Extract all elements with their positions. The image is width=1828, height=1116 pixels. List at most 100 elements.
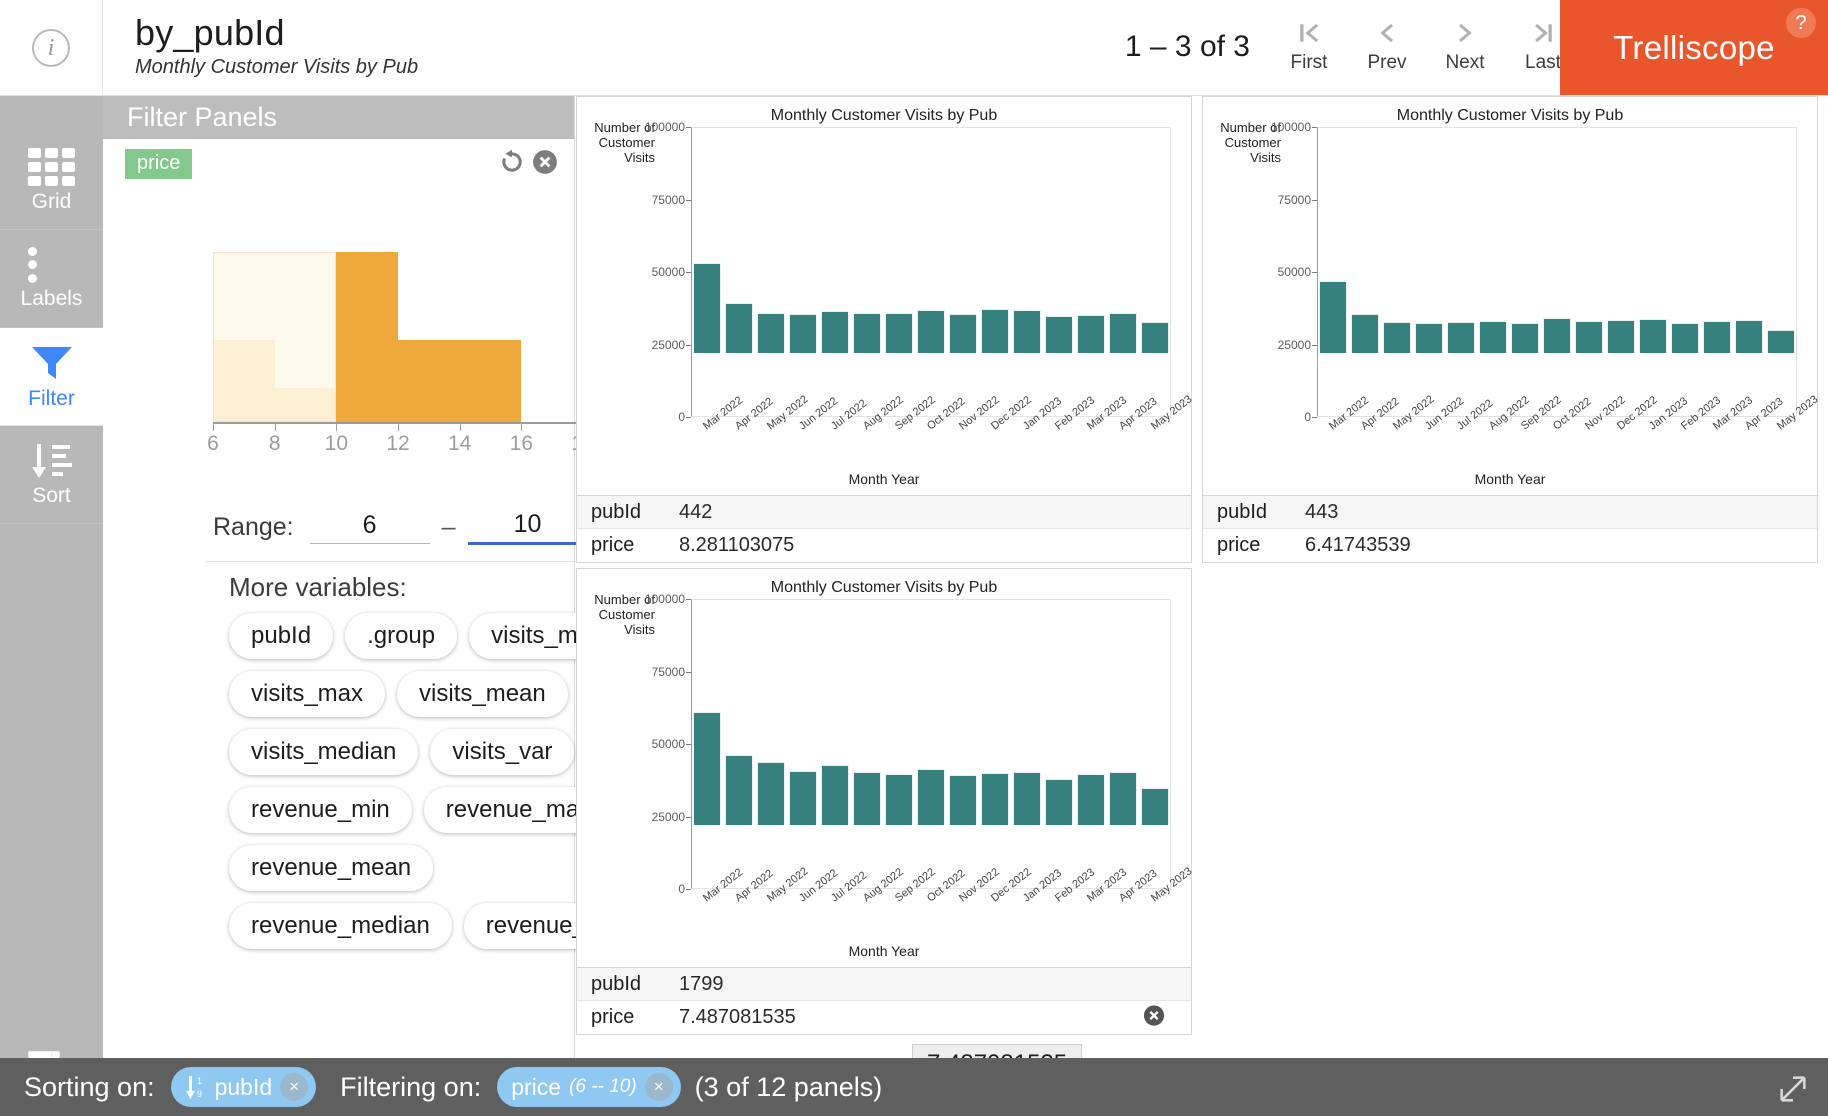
bar[interactable] [1702, 320, 1732, 353]
resize-handle-icon[interactable] [1776, 1072, 1810, 1106]
histogram-bar[interactable] [398, 340, 460, 422]
sidebar-item-sort[interactable]: Sort [0, 426, 103, 524]
bar[interactable] [724, 754, 754, 825]
bar[interactable] [1574, 321, 1604, 353]
bar[interactable] [1318, 281, 1348, 353]
bar[interactable] [788, 313, 818, 353]
histogram-bar[interactable] [336, 252, 398, 422]
labels-icon [27, 246, 76, 1058]
brand-banner[interactable]: Trelliscope ? [1560, 0, 1828, 95]
sort-pill[interactable]: 1 9 pubId × [170, 1067, 317, 1107]
y-axis-tick-mark [1312, 127, 1317, 128]
help-icon[interactable]: ? [1786, 8, 1816, 38]
bar[interactable] [1350, 313, 1380, 353]
bar[interactable] [692, 263, 722, 353]
bar[interactable] [756, 312, 786, 353]
panel[interactable]: Monthly Customer Visits by Pub Number of … [576, 96, 1194, 563]
bar[interactable] [980, 772, 1010, 825]
filter-funnel-icon [29, 343, 75, 383]
y-axis-tick-label: 25000 [651, 337, 685, 352]
bar[interactable] [1108, 771, 1138, 825]
variable-chip[interactable]: visits_mean [397, 671, 568, 717]
sort-pill-remove-icon[interactable]: × [280, 1073, 309, 1101]
reset-icon[interactable] [498, 148, 526, 181]
y-axis-tick-label: 50000 [651, 737, 685, 751]
bar[interactable] [1638, 319, 1668, 353]
bar[interactable] [788, 770, 818, 825]
bar[interactable] [820, 310, 850, 353]
y-axis-tick-mark [686, 199, 691, 201]
variable-chip[interactable]: .group [345, 613, 458, 659]
bar[interactable] [820, 764, 850, 825]
bar[interactable] [692, 711, 722, 825]
filter-variable-chip[interactable]: price [125, 149, 193, 179]
filter-pill[interactable]: price (6 -- 10) × [497, 1067, 681, 1107]
variable-chip[interactable]: visits_max [229, 671, 386, 717]
bar[interactable] [884, 774, 914, 825]
bar[interactable] [1510, 322, 1540, 353]
bar[interactable] [1076, 315, 1106, 353]
histogram-bar[interactable] [274, 388, 337, 422]
variable-chip[interactable]: revenue_median [229, 903, 452, 949]
panel[interactable]: Monthly Customer Visits by Pub Number of … [1202, 96, 1820, 563]
y-axis-tick-label: 50000 [651, 265, 685, 279]
histogram-bar[interactable] [459, 340, 522, 422]
next-page-button[interactable]: Next [1426, 12, 1504, 74]
prev-page-button[interactable]: Prev [1348, 12, 1426, 74]
variable-chip[interactable]: revenue_mean [229, 845, 434, 891]
range-min-input[interactable] [309, 510, 430, 544]
bar[interactable] [948, 775, 978, 825]
bar[interactable] [1044, 315, 1074, 353]
y-axis-tick-label: 50000 [1277, 265, 1311, 279]
variable-chip[interactable]: revenue_min [229, 787, 412, 833]
first-page-button[interactable]: First [1270, 12, 1348, 74]
bar[interactable] [1044, 779, 1074, 825]
bar[interactable] [1446, 321, 1476, 353]
bar[interactable] [1108, 313, 1138, 353]
bar[interactable] [1606, 319, 1636, 353]
bar[interactable] [1670, 323, 1700, 353]
panel-meta-row: price 7.487081535 [577, 1001, 1191, 1034]
variable-chip[interactable]: visits_median [229, 729, 419, 775]
y-axis-tick-label: 25000 [651, 809, 685, 824]
sidebar-item-filter[interactable]: Filter [0, 328, 103, 426]
bar[interactable] [756, 762, 786, 825]
sidebar-item-grid-label: Grid [31, 189, 72, 213]
filter-histogram[interactable] [213, 252, 583, 422]
filter-pill-remove-icon[interactable]: × [644, 1073, 673, 1101]
variable-chip[interactable]: pubId [229, 613, 334, 659]
bar[interactable] [948, 314, 978, 353]
histogram-tick [459, 422, 461, 431]
bar[interactable] [1766, 329, 1796, 353]
bar[interactable] [1414, 323, 1444, 353]
bar[interactable] [852, 312, 882, 353]
bar[interactable] [1478, 321, 1508, 353]
info-button[interactable]: i [0, 0, 103, 95]
close-circle-icon[interactable] [532, 149, 558, 180]
bar[interactable] [916, 768, 946, 825]
sidebar-item-labels-label: Labels [20, 286, 83, 310]
histogram-tick-label: 6 [207, 432, 219, 455]
sidebar-item-grid[interactable]: Grid [0, 132, 103, 230]
bar[interactable] [1140, 321, 1170, 353]
range-max-input[interactable] [467, 509, 588, 545]
variable-chip[interactable]: visits_var [430, 729, 575, 775]
panel-meta-value: 442 [679, 500, 713, 523]
bar[interactable] [1382, 322, 1412, 353]
bar[interactable] [980, 308, 1010, 353]
bar[interactable] [916, 309, 946, 353]
meta-remove-icon[interactable] [1143, 1004, 1165, 1031]
bar[interactable] [1012, 309, 1042, 353]
bar[interactable] [1542, 317, 1572, 353]
histogram-bar[interactable] [213, 340, 275, 422]
bar[interactable] [1076, 773, 1106, 825]
bar[interactable] [724, 303, 754, 353]
bar[interactable] [1012, 771, 1042, 825]
bar[interactable] [852, 771, 882, 825]
panel[interactable]: Monthly Customer Visits by Pub Number of … [576, 568, 1194, 1035]
y-axis-tick-mark [686, 272, 691, 273]
bar[interactable] [1734, 319, 1764, 353]
sidebar-item-labels[interactable]: Labels [0, 230, 103, 1058]
bar[interactable] [1140, 787, 1170, 825]
bar[interactable] [884, 312, 914, 353]
